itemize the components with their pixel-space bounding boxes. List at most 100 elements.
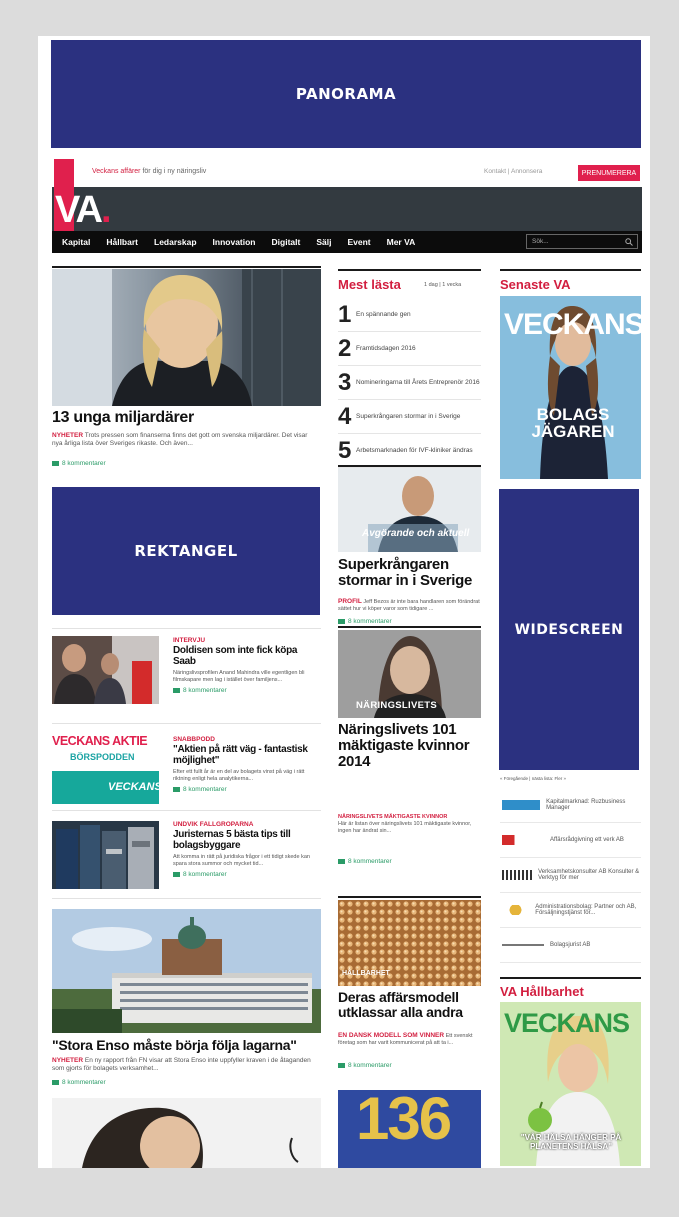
company-logo: [502, 870, 533, 880]
list-widget-row-4[interactable]: Administrationsbolag: Partner och AB, Fö…: [500, 893, 641, 928]
comment-icon: [173, 871, 180, 877]
small-story-1-headline[interactable]: Doldisen som inte fick köpa Saab: [173, 645, 321, 667]
middle-story-1-overlay: Avgörande och aktuell: [362, 528, 470, 539]
logo-red-accent: [54, 159, 74, 187]
small-stories-divider: [52, 628, 321, 629]
small-story-3-image[interactable]: [52, 821, 159, 889]
widescreen-ad[interactable]: WIDESCREEN: [499, 489, 639, 770]
bottom-story-teaser: NYHETER En ny rapport från FN visar att …: [52, 1057, 314, 1073]
comment-icon: [173, 786, 180, 792]
header-links[interactable]: Kontakt | Annonsera: [484, 168, 542, 175]
senaste-va-cover[interactable]: VECKANS BOLAGS JÄGAREN: [500, 296, 641, 479]
comment-icon: [52, 461, 59, 466]
va-logo[interactable]: VA.: [55, 189, 111, 232]
small-story-2-teaser: Efter ett fullt år är en del av bolagets…: [173, 769, 305, 782]
main-story-headline[interactable]: 13 unga miljardärer: [52, 409, 321, 427]
small-story-3-tag[interactable]: UNDVIK FALLGROPARNA: [173, 821, 321, 828]
main-nav: Kapital Hållbart Ledarskap Innovation Di…: [52, 231, 642, 253]
middle-story-2-tag[interactable]: NÄRINGSLIVETS MÄKTIGASTE KVINNOR: [338, 814, 481, 821]
small-story-2-meta[interactable]: 8 kommentarer: [173, 786, 321, 793]
small-story-3-teaser: Att komma in rätt på juridiska frågor i …: [173, 854, 310, 867]
bottom-story-teaser-text: En ny rapport från FN visar att Stora En…: [52, 1057, 311, 1073]
company-logo: [502, 800, 541, 810]
middle-story-1-headline[interactable]: Superkrångaren stormar in i Sverige: [338, 557, 481, 589]
comment-icon: [173, 687, 180, 693]
middle-story-1-image[interactable]: Avgörande och aktuell: [338, 468, 481, 552]
search-box[interactable]: Sök...: [526, 234, 638, 249]
mest-lasta-list: 1 En spännande gen 2 Framtidsdagen 2016 3N…: [338, 298, 481, 468]
middle-story-2-image[interactable]: NÄRINGSLIVETS: [338, 630, 481, 718]
bottom-story-image[interactable]: [52, 909, 321, 1033]
list-widget-row-1[interactable]: Kapitalmarknad: Ruzbusiness Manager: [500, 788, 641, 823]
list-widget-row-5[interactable]: Bolagsjurist AB: [500, 928, 641, 963]
panorama-ad[interactable]: PANORAMA: [51, 40, 641, 148]
main-story-tag[interactable]: NYHETER: [52, 432, 83, 439]
mest-lasta-item-5[interactable]: 5 Arbetsmarknaden för IVF-kliniker ändras: [338, 434, 481, 468]
middle-story-2-meta[interactable]: 8 kommentarer: [338, 858, 392, 865]
nav-item-hallbart[interactable]: Hållbart: [106, 237, 138, 247]
veckans-teal-block: VECKANS: [52, 771, 162, 804]
big-number-promo[interactable]: 136: [338, 1090, 481, 1168]
small-story-1-image[interactable]: [52, 636, 159, 704]
small-story-1-tag[interactable]: INTERVJU: [173, 637, 321, 644]
bottom-story-tag[interactable]: NYHETER: [52, 1057, 83, 1064]
main-story-meta[interactable]: 8 kommentarer: [52, 460, 106, 467]
tagline-text: för dig i ny näringsliv: [140, 168, 207, 175]
small-story-1-teaser: Näringslivsprofilen Anand Mahindra ville…: [173, 670, 305, 683]
list-widget-row-2[interactable]: Affärsrådgivning ett verk AB: [500, 823, 641, 858]
middle-story-3-headline[interactable]: Deras affärsmodell utklassar alla andra: [338, 990, 481, 1020]
nav-item-digitalt[interactable]: Digitalt: [272, 237, 301, 247]
senaste-va-cover-line: BOLAGS JÄGAREN: [531, 405, 615, 441]
nav-item-ledarskap[interactable]: Ledarskap: [154, 237, 197, 247]
search-placeholder: Sök...: [532, 238, 549, 245]
small-story-3-headline[interactable]: Juristernas 5 bästa tips till bolagsbygg…: [173, 829, 321, 851]
nav-item-mer-va[interactable]: Mer VA: [387, 237, 416, 247]
bottom-story-meta[interactable]: 8 kommentarer: [52, 1079, 106, 1086]
small-story-3: UNDVIK FALLGROPARNA Juristernas 5 bästa …: [173, 821, 321, 878]
middle-story-1-tag[interactable]: PROFIL: [338, 598, 362, 605]
main-story-image[interactable]: [52, 269, 321, 406]
nav-item-event[interactable]: Event: [347, 237, 370, 247]
small-story-3-meta[interactable]: 8 kommentarer: [173, 871, 321, 878]
middle-story-2-headline[interactable]: Näringslivets 101 mäktigaste kvinnor 201…: [338, 722, 481, 769]
subscribe-button[interactable]: PRENUMERERA: [578, 165, 640, 181]
next-story-image[interactable]: [52, 1098, 321, 1168]
va-hallbarhet-cover[interactable]: VECKANS "VÅR HÄLSA HÄNGER PÅ PLANETENS H…: [500, 1002, 641, 1166]
main-story-teaser: NYHETER Trots pressen som finanserna fin…: [52, 432, 312, 448]
small-story-2-tag[interactable]: SNABBPODD: [173, 736, 321, 743]
list-widget-title[interactable]: « Föregående | nästa lista: Fler »: [500, 776, 641, 781]
mest-lasta-item-1[interactable]: 1 En spännande gen: [338, 298, 481, 332]
story-rule: [338, 465, 481, 467]
mest-lasta-item-3[interactable]: 3 Nomineringarna till Årets Entreprenör 2…: [338, 366, 481, 400]
bottom-story-headline[interactable]: "Stora Enso måste börja följa lagarna": [52, 1038, 321, 1053]
va-hallbarhet-cover-line: "VÅR HÄLSA HÄNGER PÅ PLANETENS HÄLSA": [520, 1133, 622, 1151]
mest-lasta-tabs[interactable]: 1 dag | 1 vecka: [424, 282, 461, 288]
small-story-1-meta[interactable]: 8 kommentarer: [173, 687, 321, 694]
middle-story-1-teaser: PROFIL Jeff Bezos är inte bara handlaren…: [338, 598, 480, 613]
comment-icon: [338, 859, 345, 864]
company-logo: [502, 835, 544, 845]
small-story-2-headline[interactable]: "Aktien på rätt väg - fantastisk möjligh…: [173, 744, 321, 766]
middle-story-3-meta[interactable]: 8 kommentarer: [338, 1062, 392, 1069]
nav-item-kapital[interactable]: Kapital: [62, 237, 90, 247]
middle-story-3-tag[interactable]: EN DANSK MODELL SOM VINNER: [338, 1032, 444, 1039]
small-story-2-image[interactable]: VECKANS AKTIE BÖRSPODDEN VECKANS: [52, 734, 162, 804]
senaste-va-masthead: VECKANS: [504, 308, 641, 341]
search-icon[interactable]: [625, 238, 633, 246]
nav-item-salj[interactable]: Sälj: [316, 237, 331, 247]
borspodden-label: BÖRSPODDEN: [70, 752, 135, 762]
middle-story-1-meta[interactable]: 8 kommentarer: [338, 618, 392, 625]
mest-lasta-item-2[interactable]: 2 Framtidsdagen 2016: [338, 332, 481, 366]
list-widget-row-3[interactable]: Verksamhetskonsulter AB Konsulter & Verk…: [500, 858, 641, 893]
comment-icon: [338, 619, 345, 624]
rektangel-ad[interactable]: REKTANGEL: [52, 487, 320, 615]
mest-lasta-item-4[interactable]: 4 Superkrångaren stormar in i Sverige: [338, 400, 481, 434]
story-divider: [52, 898, 321, 899]
site-tagline: Veckans affärer för dig i ny näringsliv: [92, 168, 206, 175]
portrait-illustration: [52, 269, 321, 406]
mest-lasta-rule: [338, 269, 481, 271]
middle-story-3-teaser: EN DANSK MODELL SOM VINNER Ett svenskt f…: [338, 1032, 473, 1047]
portrait-illustration: [52, 1098, 321, 1168]
nav-item-innovation[interactable]: Innovation: [213, 237, 256, 247]
middle-story-3-image[interactable]: HÅLLBARHET: [338, 900, 481, 986]
